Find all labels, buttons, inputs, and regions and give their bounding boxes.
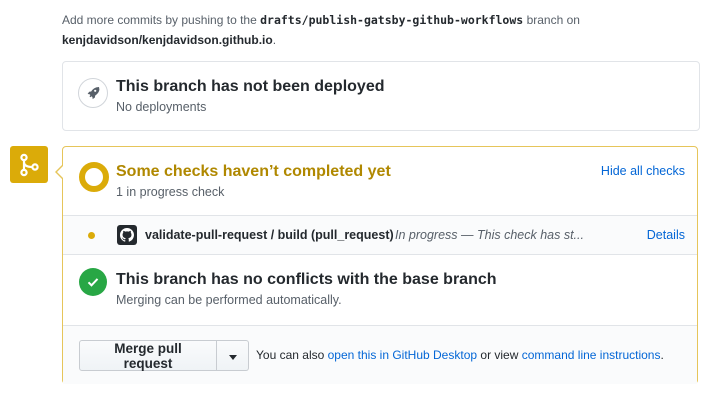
merge-hint-end: .	[660, 348, 664, 362]
deployment-title: This branch has not been deployed	[116, 78, 385, 95]
push-hint: Add more commits by pushing to the draft…	[62, 10, 702, 50]
github-logo-icon	[117, 225, 137, 245]
git-branch-icon	[10, 146, 48, 183]
rocket-icon	[78, 78, 108, 108]
merge-status-box: Some checks haven’t completed yet 1 in p…	[55, 146, 698, 384]
check-details-link[interactable]: Details	[647, 228, 685, 242]
merge-options-button[interactable]	[217, 340, 249, 371]
push-hint-suffix: branch on	[526, 13, 580, 27]
check-row: validate-pull-request / build (pull_requ…	[63, 215, 697, 255]
deployment-status: This branch has not been deployed No dep…	[62, 61, 700, 131]
checks-summary: Some checks haven’t completed yet 1 in p…	[63, 147, 697, 215]
command-line-instructions-link[interactable]: command line instructions	[522, 348, 661, 362]
checks-subtitle: 1 in progress check	[116, 185, 225, 199]
caret-down-icon	[228, 348, 237, 363]
pending-status-icon	[79, 162, 109, 192]
merge-hint-prefix: You can also	[256, 348, 325, 362]
in-progress-dot-icon	[88, 232, 95, 239]
merge-hint: You can also open this in GitHub Desktop…	[256, 348, 664, 362]
merge-actions: Merge pull request You can also open thi…	[63, 325, 697, 384]
deployment-subtitle: No deployments	[116, 100, 207, 114]
check-circle-icon	[79, 268, 107, 296]
merge-button-group: Merge pull request	[79, 340, 249, 371]
push-hint-prefix: Add more commits by pushing to the	[62, 13, 257, 27]
hide-all-checks-link[interactable]: Hide all checks	[601, 164, 685, 178]
merge-pull-request-button[interactable]: Merge pull request	[79, 340, 217, 371]
check-status: In progress — This check has st...	[395, 228, 584, 242]
branch-name: drafts/publish-gatsby-github-workflows	[260, 13, 524, 27]
merge-hint-middle: or view	[480, 348, 519, 362]
check-name: validate-pull-request / build (pull_requ…	[145, 228, 394, 242]
conflict-subtitle: Merging can be performed automatically.	[116, 293, 342, 307]
checks-title: Some checks haven’t completed yet	[116, 163, 391, 180]
push-hint-end: .	[272, 33, 277, 47]
open-in-desktop-link[interactable]: open this in GitHub Desktop	[328, 348, 477, 362]
conflict-status: This branch has no conflicts with the ba…	[63, 255, 697, 325]
repo-name: kenjdavidson/kenjdavidson.github.io	[62, 33, 273, 47]
conflict-title: This branch has no conflicts with the ba…	[116, 271, 497, 288]
